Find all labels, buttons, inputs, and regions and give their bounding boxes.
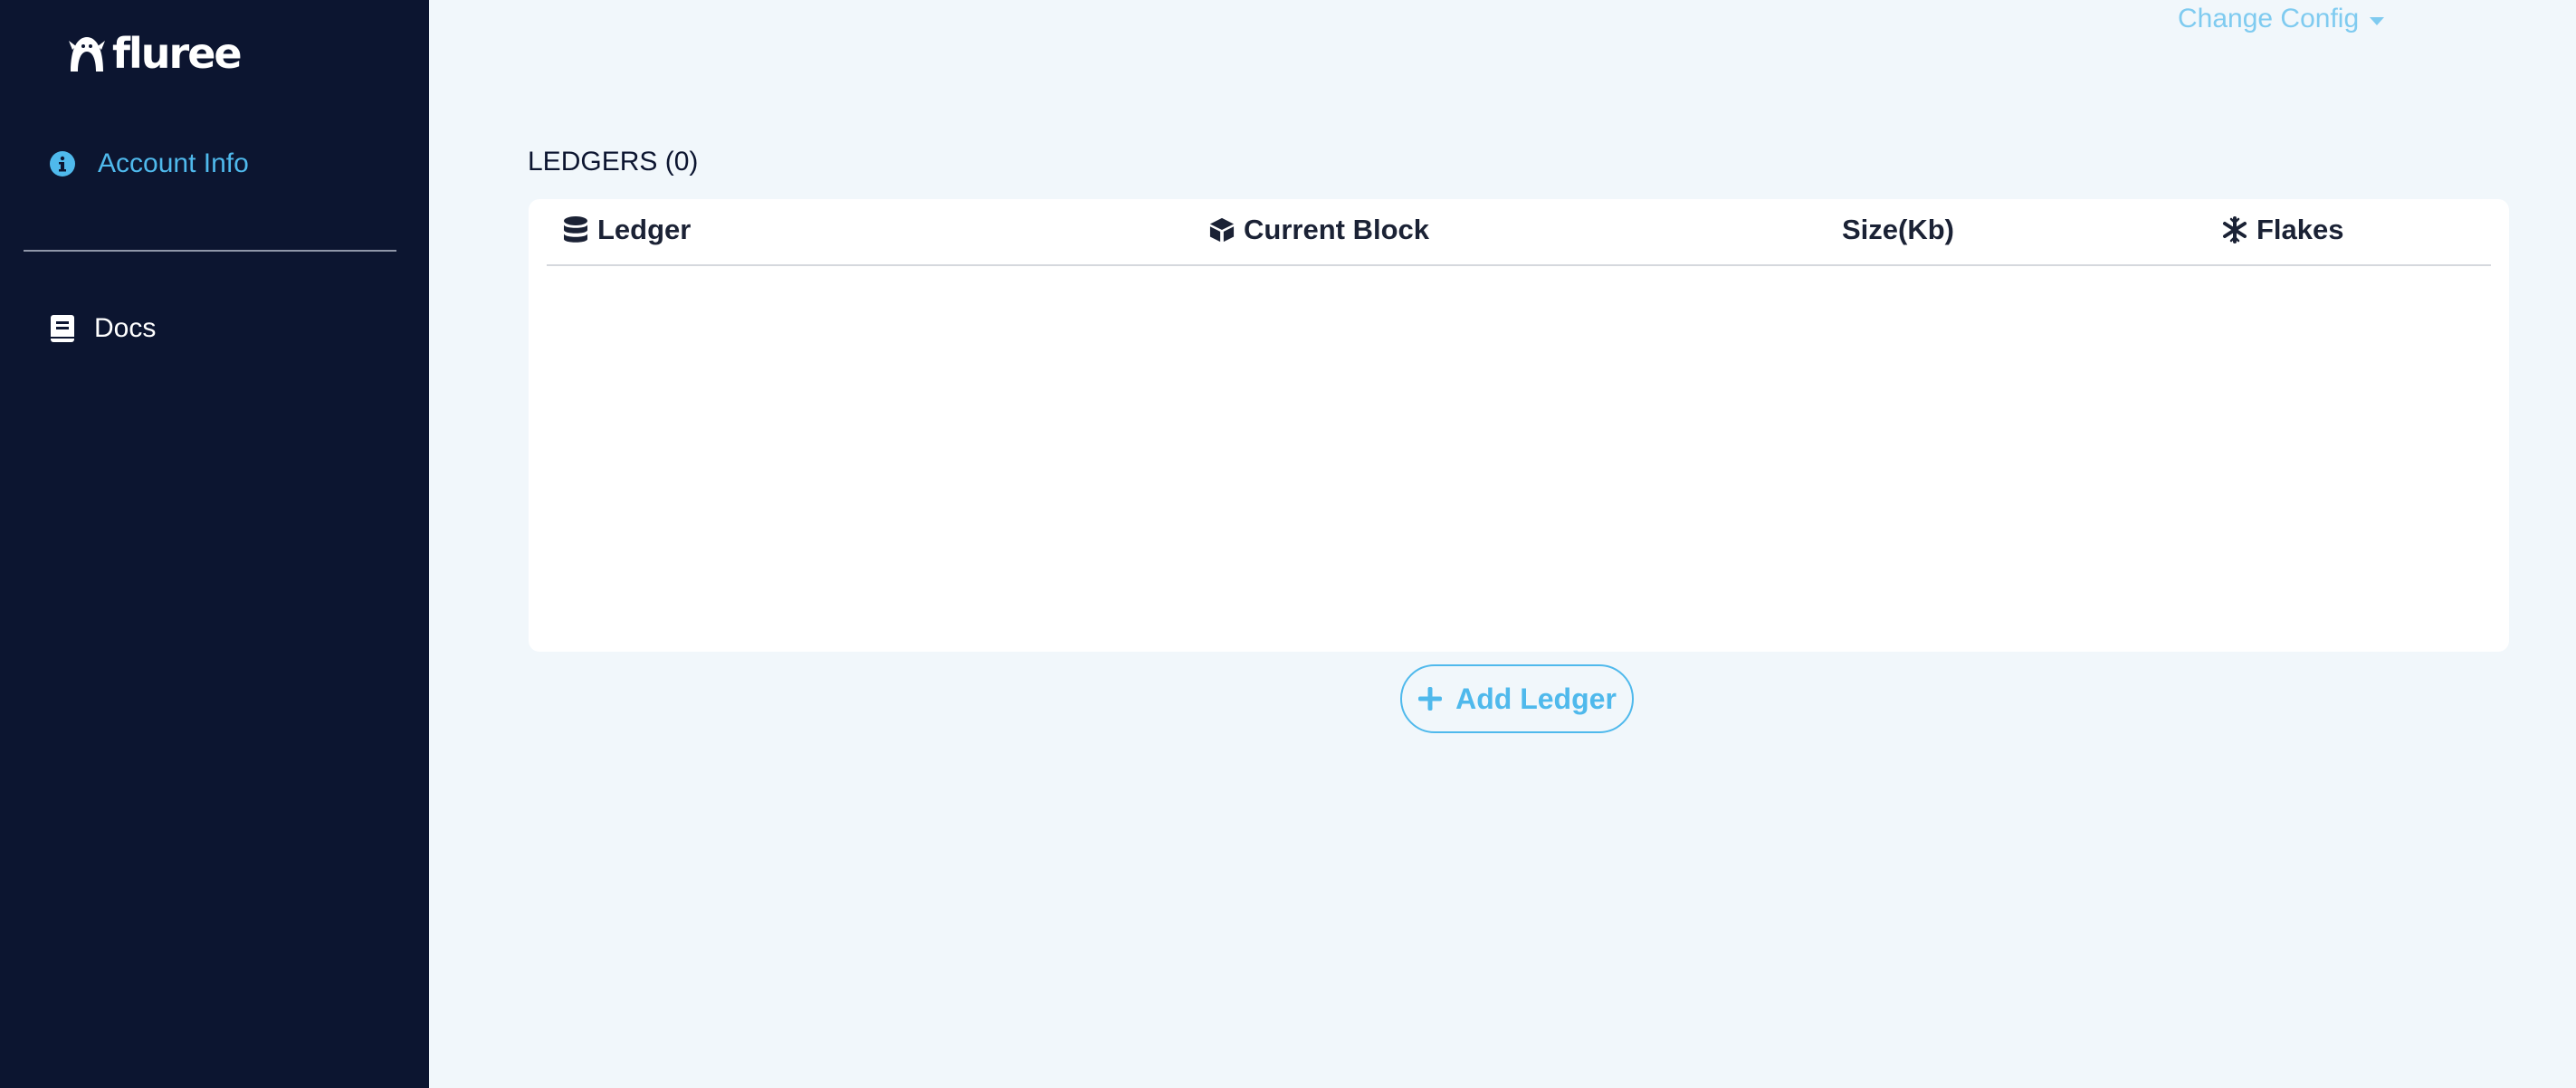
add-ledger-button[interactable]: Add Ledger <box>1400 664 1634 733</box>
column-header-flakes[interactable]: Flakes <box>2222 212 2344 248</box>
brand-name: fluree <box>112 29 243 78</box>
column-header-current-block[interactable]: Current Block <box>1209 212 1429 248</box>
sidebar-item-label: Account Info <box>98 148 249 178</box>
sidebar-item-account-info[interactable]: Account Info <box>49 148 249 179</box>
fluree-mascot-icon <box>69 37 105 72</box>
sidebar: fluree Account Info Docs <box>0 0 429 1088</box>
sidebar-item-docs[interactable]: Docs <box>49 313 156 344</box>
book-icon <box>49 315 76 342</box>
sidebar-divider <box>24 250 396 252</box>
column-label: Size(Kb) <box>1842 214 1954 245</box>
cube-icon <box>1209 216 1235 243</box>
column-label: Ledger <box>597 214 692 245</box>
add-ledger-label: Add Ledger <box>1455 682 1617 715</box>
table-header: Ledger Current Block Size(Kb) Flakes <box>547 199 2491 266</box>
column-header-size[interactable]: Size(Kb) <box>1842 212 1954 248</box>
column-header-ledger[interactable]: Ledger <box>563 212 691 248</box>
column-label: Current Block <box>1244 214 1429 245</box>
sidebar-item-label: Docs <box>94 313 157 343</box>
info-circle-icon <box>49 150 76 177</box>
change-config-label: Change Config <box>2178 4 2360 33</box>
change-config-dropdown[interactable]: Change Config <box>2178 4 2385 34</box>
ledgers-table: Ledger Current Block Size(Kb) Flakes <box>529 199 2509 652</box>
column-label: Flakes <box>2256 214 2344 245</box>
fluree-logo[interactable]: fluree <box>65 29 243 78</box>
snowflake-icon <box>2222 216 2247 243</box>
caret-down-icon <box>2370 16 2385 25</box>
plus-icon <box>1417 686 1443 711</box>
page-title: LEDGERS (0) <box>528 147 699 177</box>
database-icon <box>563 216 588 243</box>
